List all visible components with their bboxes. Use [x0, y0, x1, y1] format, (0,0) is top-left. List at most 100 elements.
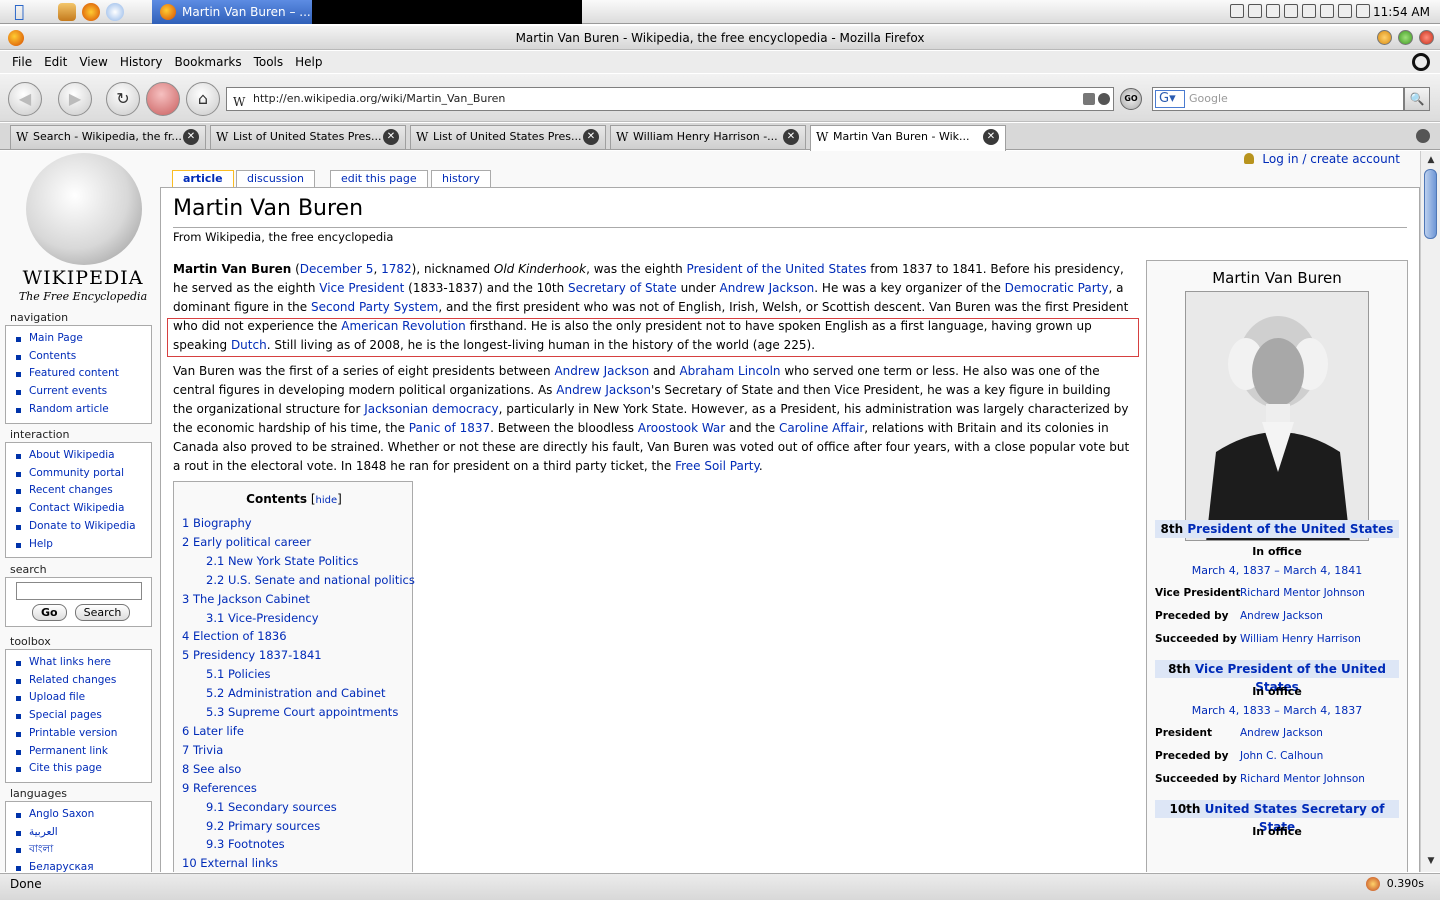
tab-list-presidents-1[interactable]: W List of United States Pres... ✕ — [210, 125, 406, 149]
sidebar-interaction-item[interactable]: Help — [16, 536, 151, 554]
forward-button[interactable]: ▶ — [58, 82, 92, 116]
rss-feed-icon[interactable] — [1083, 93, 1095, 105]
article-link[interactable]: Secretary of State — [568, 281, 677, 295]
portrait-image[interactable] — [1185, 291, 1369, 541]
close-button[interactable] — [1419, 30, 1434, 45]
sidebar-toolbox-item[interactable]: Permanent link — [16, 743, 151, 761]
scroll-thumb[interactable] — [1424, 169, 1437, 239]
tab-close-icon[interactable]: ✕ — [583, 129, 599, 145]
tab-close-icon[interactable]: ✕ — [783, 129, 799, 145]
toc-item[interactable]: 5.1 Policies — [182, 665, 415, 684]
article-link[interactable]: Panic of 1837 — [409, 421, 490, 435]
menu-bookmarks[interactable]: Bookmarks — [169, 51, 248, 73]
toc-item[interactable]: 3 The Jackson Cabinet — [182, 590, 415, 609]
tab-close-icon[interactable]: ✕ — [983, 129, 999, 145]
sidebar-nav-item[interactable]: Random article — [16, 401, 151, 419]
sidebar-toolbox-item[interactable]: Related changes — [16, 672, 151, 690]
tab-martin-van-buren[interactable]: W Martin Van Buren - Wik... ✕ — [810, 125, 1006, 151]
tab-history[interactable]: history — [431, 170, 491, 188]
term-dates-link[interactable]: March 4, 1833 – March 4, 1837 — [1155, 704, 1399, 717]
tab-search-wikipedia[interactable]: W Search - Wikipedia, the fr... ✕ — [10, 125, 206, 149]
wikipedia-logo[interactable]: WIKIPEDIA The Free Encyclopedia — [8, 151, 148, 306]
url-text[interactable]: http://en.wikipedia.org/wiki/Martin_Van_… — [253, 92, 505, 105]
tray-volume-icon[interactable] — [1338, 4, 1352, 18]
url-dropdown-icon[interactable] — [1098, 93, 1110, 105]
toc-hide-link[interactable]: hide — [316, 495, 338, 506]
toc-item[interactable]: 5.2 Administration and Cabinet — [182, 684, 415, 703]
toc-item[interactable]: 9.3 Footnotes — [182, 835, 415, 854]
tab-close-icon[interactable]: ✕ — [183, 129, 199, 145]
maximize-button[interactable] — [1398, 30, 1413, 45]
toc-item[interactable]: 5.3 Supreme Court appointments — [182, 703, 415, 722]
tray-phone-icon[interactable] — [1302, 4, 1316, 18]
row-value-link[interactable]: Richard Mentor Johnson — [1240, 773, 1365, 785]
sidebar-interaction-item[interactable]: Community portal — [16, 465, 151, 483]
back-button[interactable]: ◀ — [8, 82, 42, 116]
sidebar-language-item[interactable]: Беларуская — [16, 859, 151, 872]
go-button[interactable]: GO — [1120, 88, 1142, 110]
toc-item[interactable]: 4 Election of 1836 — [182, 627, 415, 646]
tray-display-icon[interactable] — [1284, 4, 1298, 18]
row-value-link[interactable]: William Henry Harrison — [1240, 633, 1361, 645]
minimize-button[interactable] — [1377, 30, 1392, 45]
article-link[interactable]: Dutch — [231, 338, 267, 352]
menu-view[interactable]: View — [73, 51, 113, 73]
launcher-icon[interactable] — [58, 3, 76, 21]
media-launcher-icon[interactable] — [106, 3, 124, 21]
sidebar-interaction-item[interactable]: Donate to Wikipedia — [16, 518, 151, 536]
wiki-go-button[interactable]: Go — [32, 604, 67, 621]
toc-item[interactable]: 9 References — [182, 779, 415, 798]
sidebar-nav-item[interactable]: Featured content — [16, 365, 151, 383]
sidebar-interaction-item[interactable]: Contact Wikipedia — [16, 500, 151, 518]
toc-item[interactable]: 3.1 Vice-Presidency — [182, 609, 415, 628]
article-link[interactable]: Vice President — [319, 281, 404, 295]
tab-edit-this-page[interactable]: edit this page — [330, 170, 428, 188]
toc-item[interactable]: 6 Later life — [182, 722, 415, 741]
toc-item[interactable]: 7 Trivia — [182, 741, 415, 760]
wiki-search-input[interactable] — [16, 582, 142, 600]
url-bar[interactable]: W http://en.wikipedia.org/wiki/Martin_Va… — [226, 87, 1114, 111]
menu-help[interactable]: Help — [289, 51, 328, 73]
menu-tools[interactable]: Tools — [248, 51, 290, 73]
article-link[interactable]: December 5 — [300, 262, 374, 276]
sidebar-toolbox-item[interactable]: Printable version — [16, 725, 151, 743]
tab-discussion[interactable]: discussion — [236, 170, 316, 188]
vertical-scrollbar[interactable]: ▲ ▼ — [1420, 151, 1440, 872]
sidebar-language-item[interactable]: বাংলা — [16, 841, 151, 859]
toc-item[interactable]: 2.2 U.S. Senate and national politics — [182, 571, 415, 590]
toc-item[interactable]: 9.2 Primary sources — [182, 817, 415, 836]
tray-screen-icon[interactable] — [1356, 4, 1370, 18]
firefox-launcher-icon[interactable] — [82, 3, 100, 21]
search-go-button[interactable]: 🔍 — [1404, 87, 1430, 111]
menu-file[interactable]: File — [6, 51, 38, 73]
firefox-icon[interactable] — [8, 30, 24, 46]
term-dates-link[interactable]: March 4, 1837 – March 4, 1841 — [1155, 564, 1399, 577]
sidebar-nav-item[interactable]: Main Page — [16, 330, 151, 348]
sidebar-language-item[interactable]: Anglo Saxon — [16, 806, 151, 824]
toc-item[interactable]: 2.1 New York State Politics — [182, 552, 415, 571]
search-bar[interactable]: G▾ Google — [1152, 87, 1404, 111]
tab-list-presidents-2[interactable]: W List of United States Pres... ✕ — [410, 125, 606, 149]
article-link[interactable]: Free Soil Party — [675, 459, 759, 473]
row-value-link[interactable]: John C. Calhoun — [1240, 750, 1323, 762]
article-link[interactable]: Jacksonian democracy — [364, 402, 498, 416]
sidebar-toolbox-item[interactable]: Upload file — [16, 689, 151, 707]
sidebar-language-item[interactable]: العربية — [16, 824, 151, 842]
row-value-link[interactable]: Richard Mentor Johnson — [1240, 587, 1365, 599]
login-link[interactable]: Log in / create account — [1244, 152, 1400, 166]
apple-menu-icon[interactable]:  — [14, 2, 34, 22]
toc-item[interactable]: 9.1 Secondary sources — [182, 798, 415, 817]
president-us-link[interactable]: President of the United States — [1187, 522, 1393, 536]
article-link[interactable]: Democratic Party — [1005, 281, 1109, 295]
toc-item[interactable]: 5 Presidency 1837-1841 — [182, 646, 415, 665]
sidebar-toolbox-item[interactable]: Special pages — [16, 707, 151, 725]
sidebar-nav-item[interactable]: Contents — [16, 348, 151, 366]
scroll-up-icon[interactable]: ▲ — [1425, 155, 1437, 167]
article-link[interactable]: Abraham Lincoln — [679, 364, 780, 378]
article-link[interactable]: Andrew Jackson — [556, 383, 651, 397]
sidebar-toolbox-item[interactable]: What links here — [16, 654, 151, 672]
home-button[interactable]: ⌂ — [186, 82, 220, 116]
tray-bluetooth-icon[interactable] — [1248, 4, 1262, 18]
article-link[interactable]: Aroostook War — [638, 421, 725, 435]
toc-item[interactable]: 10 External links — [182, 854, 415, 872]
